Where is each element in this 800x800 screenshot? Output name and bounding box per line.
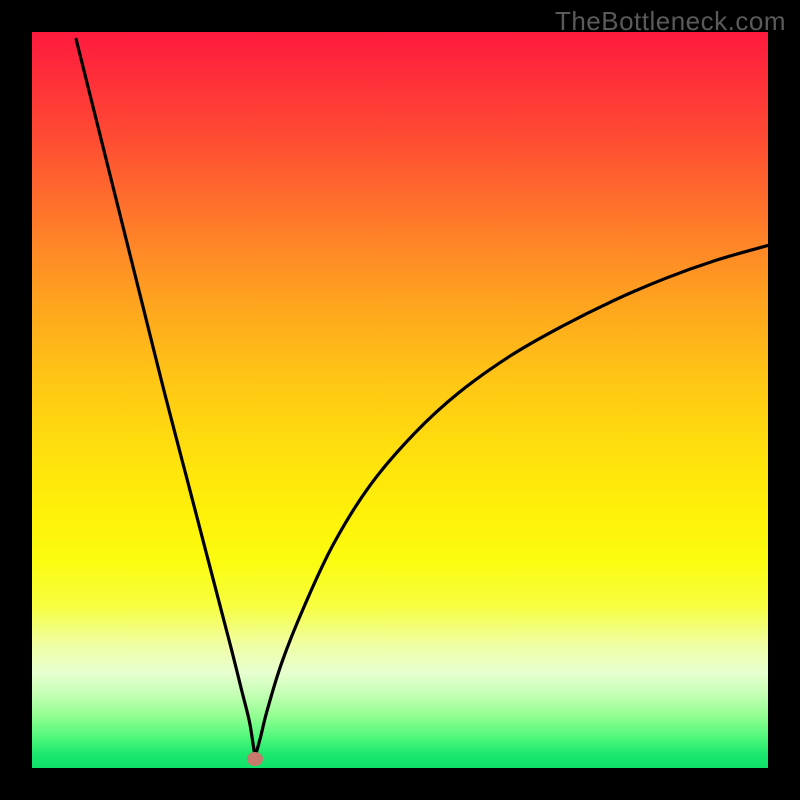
curve-right-branch [255, 245, 768, 757]
chart-minimum-marker [247, 752, 263, 766]
watermark-text: TheBottleneck.com [555, 6, 786, 37]
chart-frame [32, 32, 768, 768]
chart-curve-svg [32, 32, 768, 768]
curve-left-branch [76, 39, 255, 757]
